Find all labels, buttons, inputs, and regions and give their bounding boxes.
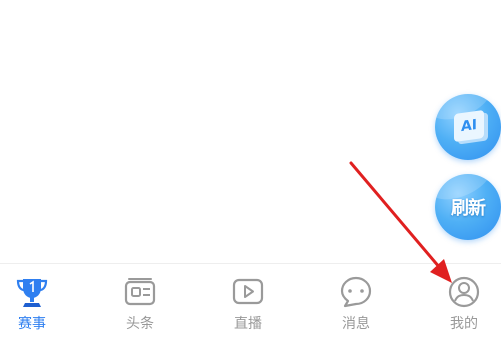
annotation-arrow-icon [349, 161, 452, 283]
